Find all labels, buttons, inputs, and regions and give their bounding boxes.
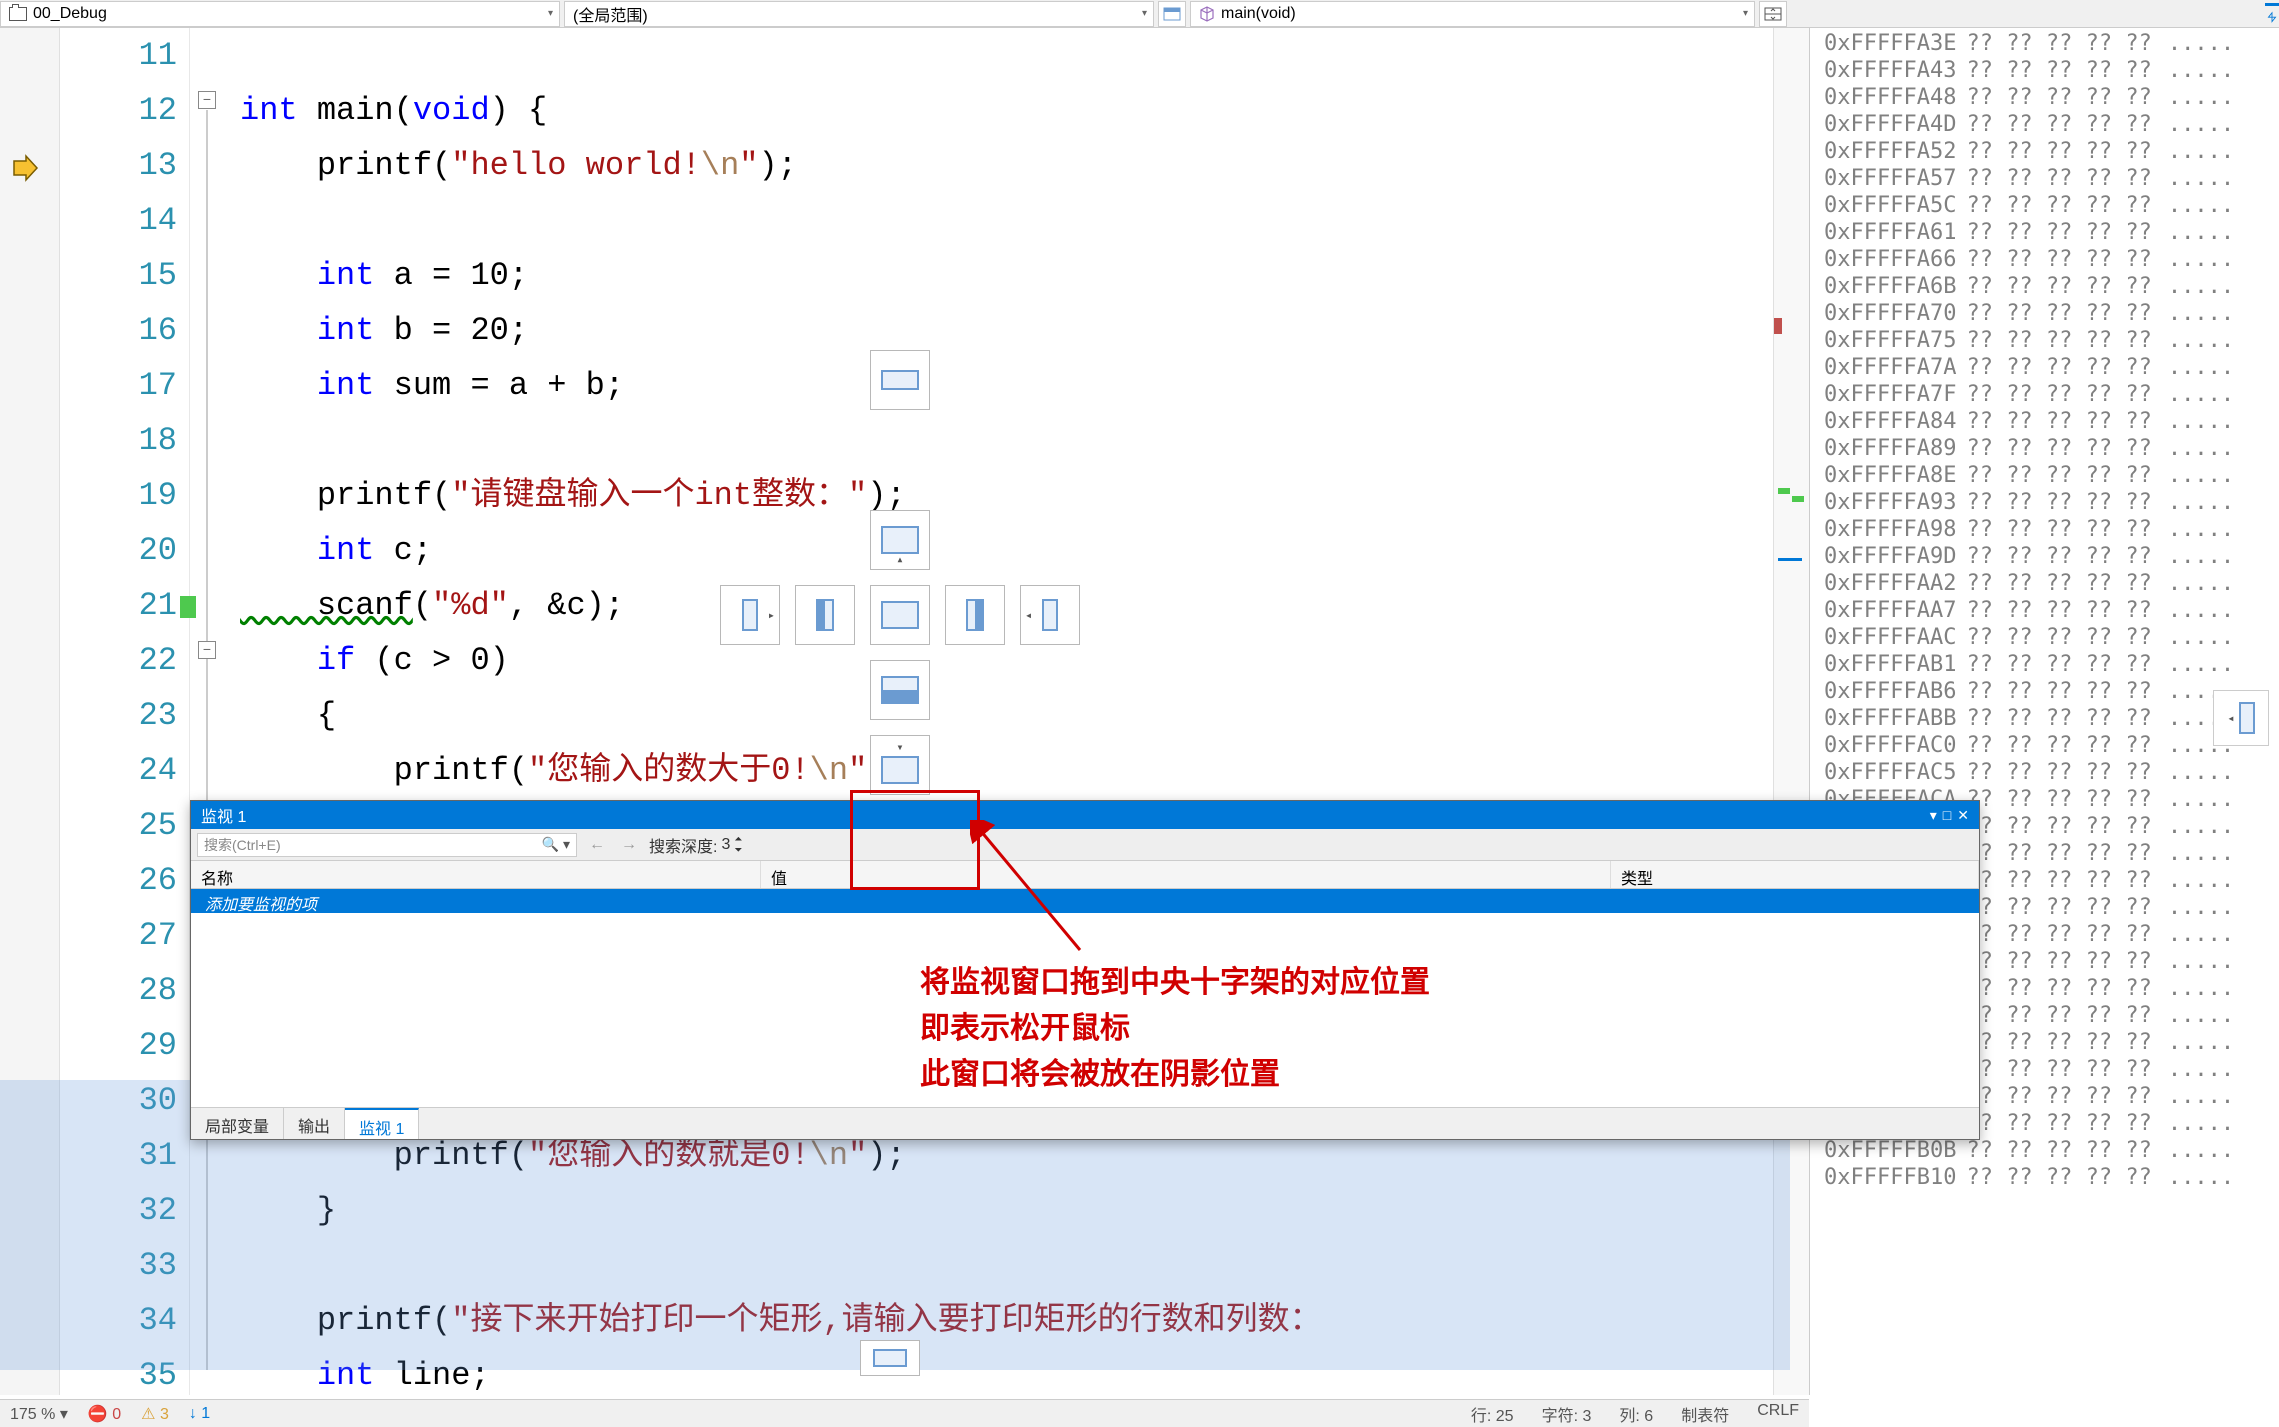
watch-search-input[interactable]: 搜索(Ctrl+E) 🔍 ▾ bbox=[197, 833, 577, 857]
minimap-marker bbox=[1792, 496, 1804, 502]
search-depth-control[interactable]: 搜索深度: 3 ⏶⏷ bbox=[649, 833, 742, 857]
window-maximize-icon[interactable]: □ bbox=[1943, 807, 1951, 824]
fold-collapse-icon[interactable]: − bbox=[198, 91, 216, 109]
memory-row[interactable]: 0xFFFFFAC5?? ?? ?? ?? ??..... bbox=[1810, 759, 2279, 786]
project-name: 00_Debug bbox=[33, 5, 107, 23]
memory-row[interactable]: 0xFFFFFA93?? ?? ?? ?? ??..... bbox=[1810, 489, 2279, 516]
watch-tabs: 局部变量 输出 监视 1 bbox=[191, 1107, 1979, 1139]
watch-title-text: 监视 1 bbox=[201, 803, 246, 827]
memory-row[interactable]: 0xFFFFFA84?? ?? ?? ?? ??..... bbox=[1810, 408, 2279, 435]
memory-row[interactable]: 0xFFFFFAA2?? ?? ?? ?? ??..... bbox=[1810, 570, 2279, 597]
dropdown-arrow-icon: ▾ bbox=[548, 8, 553, 19]
memory-row[interactable]: 0xFFFFFA5C?? ?? ?? ?? ??..... bbox=[1810, 192, 2279, 219]
tab-locals[interactable]: 局部变量 bbox=[191, 1108, 284, 1139]
zoom-level[interactable]: 175 % ▾ bbox=[10, 1404, 68, 1424]
minimap-marker bbox=[1778, 488, 1790, 494]
status-bar: 175 % ▾ ⛔ 0 ⚠ 3 ↓ 1 行: 25 字符: 3 列: 6 制表符… bbox=[0, 1399, 1809, 1427]
memory-row[interactable]: 0xFFFFFABB?? ?? ?? ?? ??..... bbox=[1810, 705, 2279, 732]
memory-row[interactable]: 0xFFFFFA48?? ?? ?? ?? ??..... bbox=[1810, 84, 2279, 111]
memory-row[interactable]: 0xFFFFFA7F?? ?? ?? ?? ??..... bbox=[1810, 381, 2279, 408]
function-name: main(void) bbox=[1221, 5, 1296, 23]
search-icon[interactable]: 🔍 ▾ bbox=[542, 836, 570, 853]
dock-right-panel[interactable]: ◂ bbox=[2213, 690, 2269, 746]
minimap-marker bbox=[1778, 558, 1802, 561]
memory-row[interactable]: 0xFFFFFA6B?? ?? ?? ?? ??..... bbox=[1810, 273, 2279, 300]
memory-row[interactable]: 0xFFFFFA75?? ?? ?? ?? ??..... bbox=[1810, 327, 2279, 354]
fold-collapse-icon[interactable]: − bbox=[198, 641, 216, 659]
status-indent[interactable]: 制表符 bbox=[1681, 1402, 1729, 1426]
change-marker bbox=[180, 596, 196, 618]
memory-row[interactable]: 0xFFFFFAAC?? ?? ?? ?? ??..... bbox=[1810, 624, 2279, 651]
memory-row[interactable]: 0xFFFFFA7A?? ?? ?? ?? ??..... bbox=[1810, 354, 2279, 381]
split-editor-button[interactable] bbox=[1759, 1, 1787, 27]
memory-row[interactable]: 0xFFFFFA43?? ?? ?? ?? ??..... bbox=[1810, 57, 2279, 84]
status-char[interactable]: 字符: 3 bbox=[1542, 1402, 1592, 1426]
status-line[interactable]: 行: 25 bbox=[1471, 1402, 1514, 1426]
annotation-arrow bbox=[970, 820, 1090, 960]
dropdown-arrow-icon: ▾ bbox=[1142, 8, 1147, 19]
memory-row[interactable]: 0xFFFFFA52?? ?? ?? ?? ??..... bbox=[1810, 138, 2279, 165]
memory-row[interactable]: 0xFFFFFA70?? ?? ?? ?? ??..... bbox=[1810, 300, 2279, 327]
col-type[interactable]: 类型 bbox=[1611, 861, 1979, 888]
search-placeholder: 搜索(Ctrl+E) bbox=[204, 835, 281, 855]
memory-row[interactable]: 0xFFFFFA3E?? ?? ?? ?? ??..... bbox=[1810, 30, 2279, 57]
memory-row[interactable]: 0xFFFFFB10?? ?? ?? ?? ??..... bbox=[1810, 1164, 2279, 1191]
cube-icon bbox=[1199, 6, 1215, 22]
project-dropdown[interactable]: 00_Debug ▾ bbox=[0, 1, 560, 27]
minimap-marker bbox=[1774, 318, 1782, 334]
memory-row[interactable]: 0xFFFFFA61?? ?? ?? ?? ??..... bbox=[1810, 219, 2279, 246]
tab-output[interactable]: 输出 bbox=[284, 1108, 345, 1139]
tab-watch1[interactable]: 监视 1 bbox=[345, 1108, 419, 1139]
nav-back-button[interactable]: ← bbox=[585, 833, 609, 857]
status-line-ending[interactable]: CRLF bbox=[1757, 1402, 1799, 1426]
function-dropdown[interactable]: main(void) ▾ bbox=[1190, 1, 1755, 27]
memory-row[interactable]: 0xFFFFFA89?? ?? ?? ?? ??..... bbox=[1810, 435, 2279, 462]
memory-row[interactable]: 0xFFFFFA57?? ?? ?? ?? ??..... bbox=[1810, 165, 2279, 192]
memory-row[interactable]: 0xFFFFFA9D?? ?? ?? ?? ??..... bbox=[1810, 543, 2279, 570]
status-info-marker[interactable]: ↓ 1 bbox=[189, 1405, 210, 1423]
annotation-highlight-box bbox=[850, 790, 980, 890]
memory-row[interactable]: 0xFFFFFAA7?? ?? ?? ?? ??..... bbox=[1810, 597, 2279, 624]
memory-row[interactable]: 0xFFFFFB0B?? ?? ?? ?? ??..... bbox=[1810, 1137, 2279, 1164]
memory-row[interactable]: 0xFFFFFA4D?? ?? ?? ?? ??..... bbox=[1810, 111, 2279, 138]
vertical-toolbox-handle[interactable] bbox=[2265, 3, 2279, 23]
scope-label: (全局范围) bbox=[573, 2, 648, 26]
memory-row[interactable]: 0xFFFFFA66?? ?? ?? ?? ??..... bbox=[1810, 246, 2279, 273]
status-error-count[interactable]: ⛔ 0 bbox=[88, 1404, 121, 1424]
split-icon bbox=[1163, 7, 1181, 21]
col-name[interactable]: 名称 bbox=[191, 861, 761, 888]
dropdown-arrow-icon: ▾ bbox=[1743, 8, 1748, 19]
memory-row[interactable]: 0xFFFFFAB6?? ?? ?? ?? ??..... bbox=[1810, 678, 2279, 705]
status-col[interactable]: 列: 6 bbox=[1619, 1402, 1653, 1426]
memory-row[interactable]: 0xFFFFFAC0?? ?? ?? ?? ??..... bbox=[1810, 732, 2279, 759]
project-icon bbox=[9, 7, 27, 21]
nav-split-button[interactable] bbox=[1158, 1, 1186, 27]
dock-bottom-extra[interactable] bbox=[860, 1340, 920, 1376]
memory-row[interactable]: 0xFFFFFAB1?? ?? ?? ?? ??..... bbox=[1810, 651, 2279, 678]
annotation-text: 将监视窗口拖到中央十字架的对应位置 即表示松开鼠标 此窗口将会被放在阴影位置 bbox=[920, 960, 1430, 1098]
memory-row[interactable]: 0xFFFFFA8E?? ?? ?? ?? ??..... bbox=[1810, 462, 2279, 489]
split-horizontal-icon bbox=[1764, 7, 1782, 21]
current-line-arrow-icon bbox=[10, 153, 40, 183]
memory-row[interactable]: 0xFFFFFA98?? ?? ?? ?? ??..... bbox=[1810, 516, 2279, 543]
nav-forward-button[interactable]: → bbox=[617, 833, 641, 857]
window-close-icon[interactable]: ✕ bbox=[1957, 807, 1969, 824]
scope-dropdown[interactable]: (全局范围) ▾ bbox=[564, 1, 1154, 27]
window-menu-icon[interactable]: ▾ bbox=[1930, 807, 1937, 824]
memory-view[interactable]: 0xFFFFFA3E?? ?? ?? ?? ??.....0xFFFFFA43?… bbox=[1809, 28, 2279, 1395]
status-warning-count[interactable]: ⚠ 3 bbox=[141, 1404, 169, 1424]
